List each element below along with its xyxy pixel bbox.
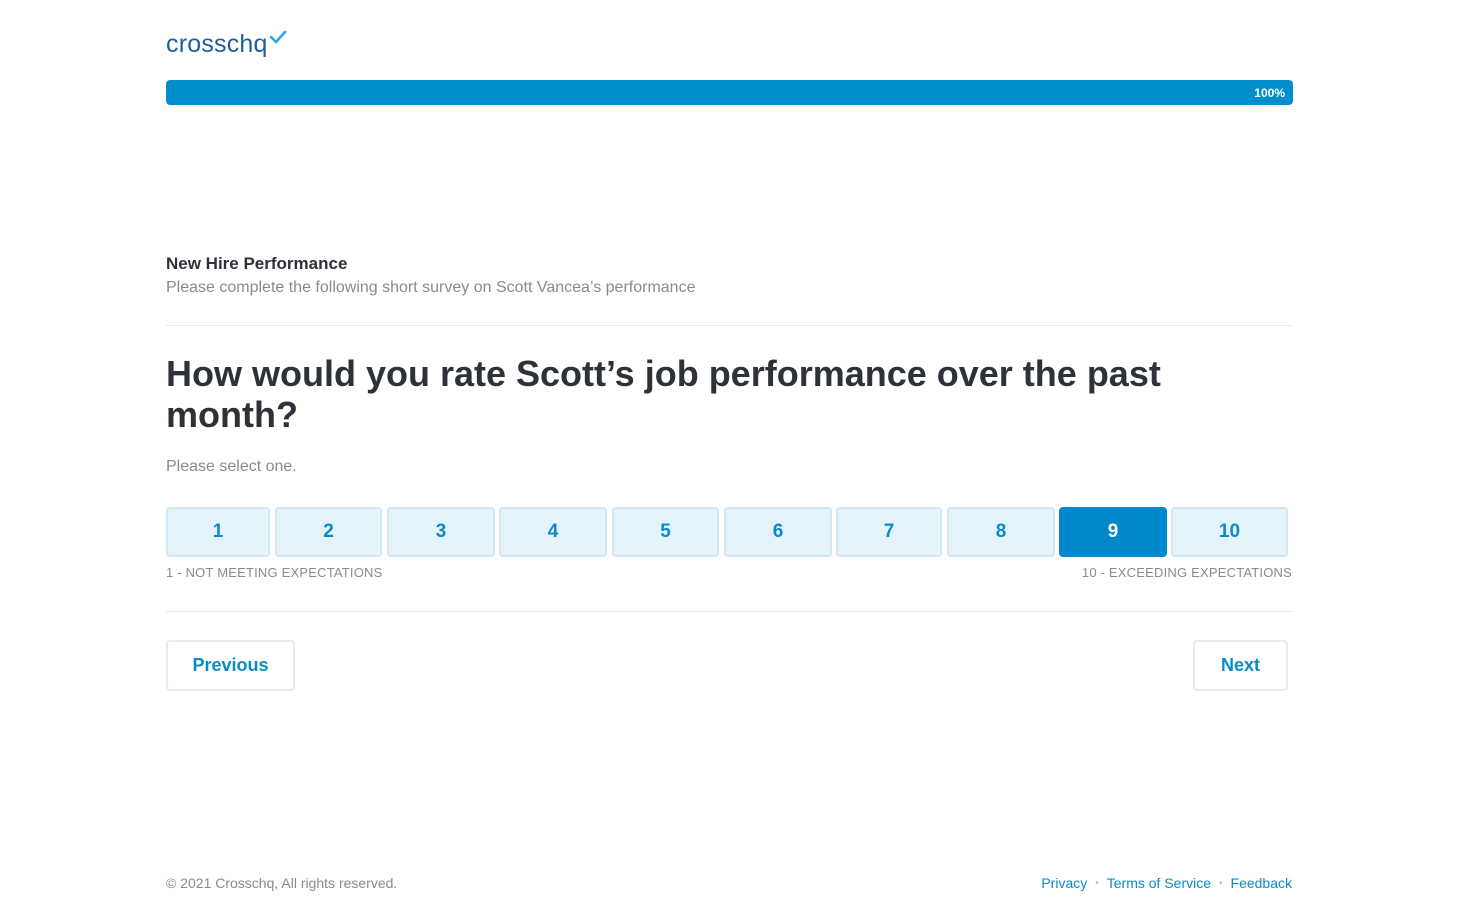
feedback-link[interactable]: Feedback	[1231, 875, 1292, 891]
rating-option-3[interactable]: 3	[387, 507, 495, 557]
question-instruction: Please select one.	[166, 458, 297, 475]
scale-min-label: 1 - NOT MEETING EXPECTATIONS	[166, 565, 383, 580]
rating-option-8[interactable]: 8	[947, 507, 1055, 557]
rating-option-5[interactable]: 5	[612, 507, 719, 557]
logo-text: crosschq	[166, 30, 268, 58]
rating-option-9[interactable]: 9	[1059, 507, 1167, 557]
crosschq-logo[interactable]: crosschq	[166, 28, 287, 60]
copyright-text: © 2021 Crosschq, All rights reserved.	[166, 875, 398, 891]
checkmark-icon	[269, 30, 286, 44]
rating-option-1[interactable]: 1	[166, 507, 270, 557]
previous-button[interactable]: Previous	[166, 640, 295, 691]
divider	[166, 611, 1293, 612]
rating-option-6[interactable]: 6	[724, 507, 832, 557]
survey-title: New Hire Performance	[166, 254, 348, 273]
footer-links: Privacy • Terms of Service • Feedback	[1041, 875, 1292, 891]
privacy-link[interactable]: Privacy	[1041, 875, 1087, 891]
rating-option-2[interactable]: 2	[275, 507, 382, 557]
separator-dot: •	[1219, 877, 1223, 889]
next-button[interactable]: Next	[1193, 640, 1288, 691]
rating-option-10[interactable]: 10	[1171, 507, 1288, 557]
progress-fill: 100%	[166, 80, 1293, 105]
survey-subtitle: Please complete the following short surv…	[166, 279, 696, 296]
rating-option-4[interactable]: 4	[499, 507, 607, 557]
progress-label: 100%	[1254, 85, 1285, 100]
rating-option-7[interactable]: 7	[836, 507, 942, 557]
survey-page: crosschq 100% New Hire Performance Pleas…	[0, 0, 1458, 918]
progress-bar: 100%	[166, 80, 1293, 105]
terms-of-service-link[interactable]: Terms of Service	[1107, 875, 1211, 891]
scale-max-label: 10 - EXCEEDING EXPECTATIONS	[1081, 565, 1292, 580]
separator-dot: •	[1095, 877, 1099, 889]
divider	[166, 325, 1293, 326]
question-text: How would you rate Scott’s job performan…	[166, 353, 1161, 435]
